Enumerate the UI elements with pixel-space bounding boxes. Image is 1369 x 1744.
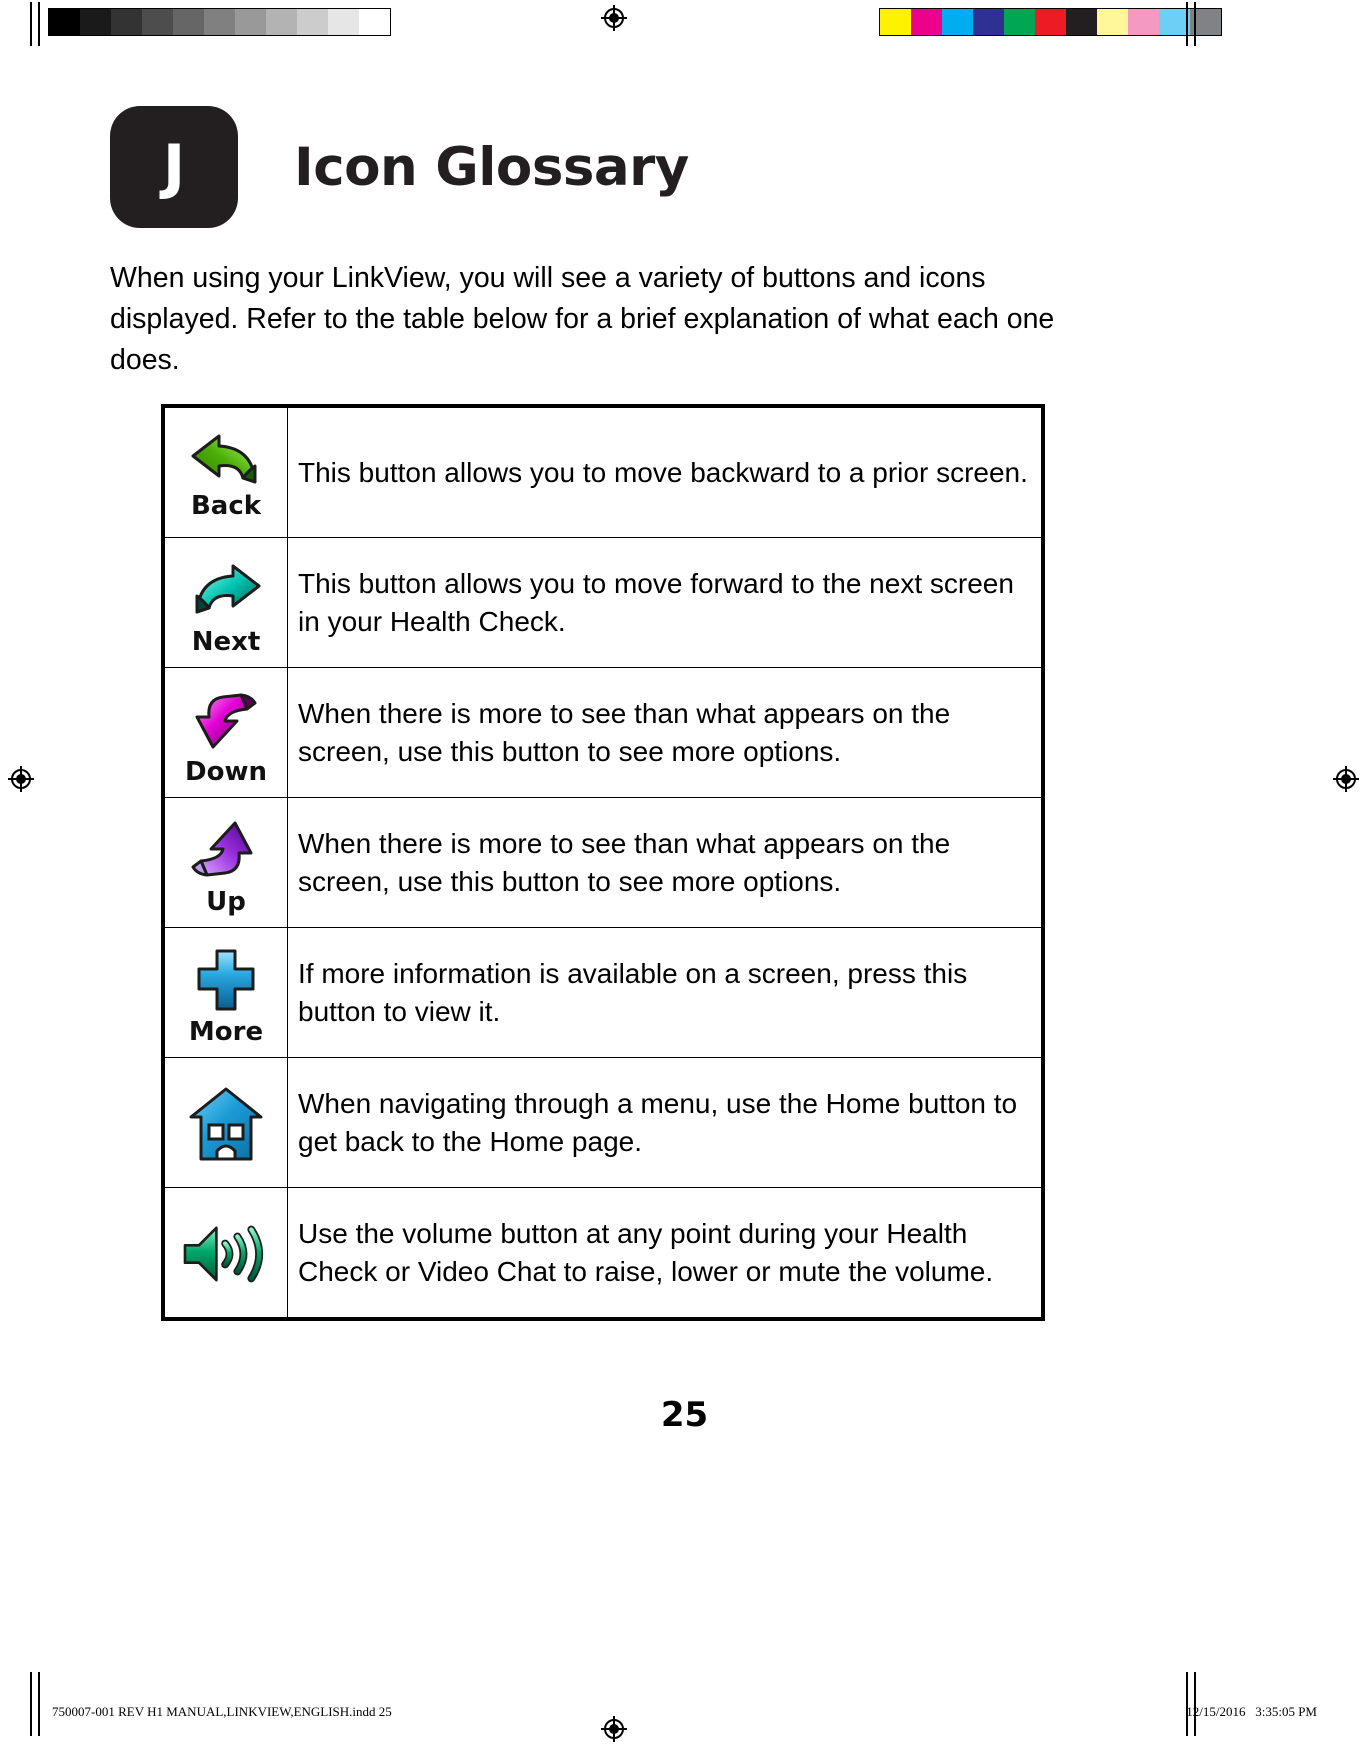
manual-page: J Icon Glossary When using your LinkView…: [0, 0, 1369, 1744]
glossary-icon-cell: Up: [164, 797, 288, 928]
down-arrow-icon: [178, 683, 274, 757]
glossary-description-cell: This button allows you to move forward t…: [287, 537, 1042, 668]
back-arrow-icon: [178, 429, 274, 491]
glossary-description-cell: Use the volume button at any point durin…: [287, 1187, 1042, 1318]
icon-wrapper: [165, 1217, 287, 1291]
icon-label: Up: [206, 886, 246, 917]
table-row: When navigating through a menu, use the …: [164, 1057, 1042, 1188]
glossary-icon-cell: More: [164, 927, 288, 1058]
glossary-description-cell: When there is more to see than what appe…: [287, 667, 1042, 798]
icon-label: More: [188, 1016, 264, 1047]
intro-paragraph: When using your LinkView, you will see a…: [110, 262, 1055, 376]
glossary-description-cell: This button allows you to move backward …: [287, 407, 1042, 538]
table-row: More If more information is available on …: [164, 927, 1042, 1058]
chapter-badge: J: [110, 106, 238, 228]
icon-label: Down: [185, 756, 267, 787]
glossary-icon-cell: Next: [164, 537, 288, 668]
icon-label: Next: [191, 626, 261, 657]
volume-speaker-icon: [178, 1217, 274, 1291]
icon-wrapper: Down: [165, 683, 287, 785]
icon-glossary-table: Back This button allows you to move backw…: [161, 404, 1045, 1321]
footer-timestamp: 12/15/2016 3:35:05 PM: [1186, 1704, 1317, 1719]
page-number: 25: [660, 1395, 709, 1435]
glossary-icon-cell: Down: [164, 667, 288, 798]
table-row: Down When there is more to see than what …: [164, 667, 1042, 798]
page-header: J Icon Glossary: [110, 106, 689, 228]
glossary-description-cell: If more information is available on a sc…: [287, 927, 1042, 1058]
glossary-description-cell: When navigating through a menu, use the …: [287, 1057, 1042, 1188]
table-row: Next This button allows you to move forwa…: [164, 537, 1042, 668]
footer-file-info: 750007-001 REV H1 MANUAL,LINKVIEW,ENGLIS…: [52, 1704, 392, 1719]
icon-wrapper: More: [165, 943, 287, 1045]
icon-wrapper: [165, 1087, 287, 1161]
icon-wrapper: Next: [165, 553, 287, 655]
home-house-icon: [178, 1087, 274, 1161]
next-arrow-icon: [178, 553, 274, 627]
icon-label: Back: [190, 490, 262, 521]
page-title: Icon Glossary: [294, 136, 689, 198]
glossary-icon-cell: Back: [164, 407, 288, 538]
glossary-icon-cell: [164, 1187, 288, 1318]
table-row: Use the volume button at any point durin…: [164, 1187, 1042, 1318]
more-plus-icon: [178, 943, 274, 1017]
icon-wrapper: Up: [165, 813, 287, 915]
up-arrow-icon: [178, 813, 274, 887]
table-row: Up When there is more to see than what ap…: [164, 797, 1042, 928]
table-row: Back This button allows you to move backw…: [164, 407, 1042, 538]
glossary-description-cell: When there is more to see than what appe…: [287, 797, 1042, 928]
chapter-letter: J: [162, 132, 186, 202]
glossary-icon-cell: [164, 1057, 288, 1188]
icon-wrapper: Back: [165, 429, 287, 519]
